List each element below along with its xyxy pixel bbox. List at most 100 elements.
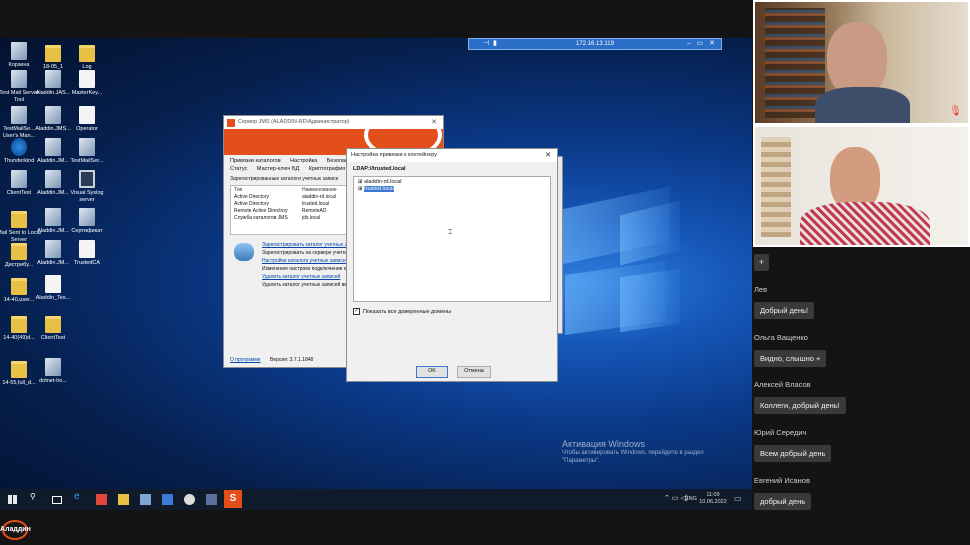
desktop-icon[interactable]: dotnet-ho... [31, 358, 75, 385]
action-text: Зарегистрировать на сервере учетные [262, 250, 352, 256]
desktop-icon[interactable]: MasterKey... [65, 70, 109, 97]
doc-icon [79, 240, 95, 258]
desktop-icon-label: Aladdin_Tes... [35, 295, 71, 301]
column-type: Тип [234, 187, 243, 193]
app-icon[interactable] [206, 494, 217, 505]
tree-node-label: trusted.local [364, 186, 394, 192]
show-trusted-label: Показать все доверенные домены [363, 308, 452, 315]
activation-title: Активация Windows [562, 439, 645, 449]
folder-icon [45, 45, 61, 62]
binding-dialog: Настройка привязки к контейнеру ✕ LDAP:/… [346, 148, 558, 382]
action-text: Изменение настроек подключения к [262, 266, 346, 272]
app-icon [45, 70, 61, 88]
app-icon [79, 208, 95, 226]
app-logo-icon [227, 119, 235, 127]
about-link[interactable]: О программе [230, 357, 261, 363]
aladdin-logo-text: Аладдин [0, 526, 31, 533]
globe-icon [11, 138, 27, 156]
desktop-icon[interactable]: Сертификат [65, 208, 109, 235]
doc-icon [79, 106, 95, 124]
clock-date: 10.06.2022 [699, 499, 727, 505]
app-icon[interactable] [162, 494, 173, 505]
show-trusted-checkbox[interactable]: ✓ [353, 308, 360, 315]
video-participant-2 [753, 125, 970, 247]
cancel-button[interactable]: Отмена [457, 366, 491, 378]
desktop-icon[interactable]: Aladdin_Tes... [31, 275, 75, 302]
explorer-icon[interactable] [118, 494, 129, 505]
tab-master-key[interactable]: Мастер-ключ БД [253, 165, 303, 173]
close-icon[interactable]: ✕ [545, 149, 551, 162]
task-view-icon[interactable] [52, 496, 62, 504]
add-button[interactable]: + [754, 254, 769, 271]
version-text: Версия: 3.7.1.1848 [269, 357, 314, 363]
dialog-titlebar: Настройка привязки к контейнеру ✕ [347, 149, 557, 162]
language-indicator[interactable]: ENG [685, 496, 697, 502]
action-link[interactable]: Удалить каталог учетных записей [262, 273, 352, 281]
wallpaper-beam [620, 268, 680, 333]
tab-settings[interactable]: Настройка [286, 157, 321, 165]
ok-button[interactable]: OK [416, 366, 448, 378]
server-window-title: Сервер JMS (ALADDIN-RD\Администратор) [238, 119, 350, 125]
tab-crypto[interactable]: Криптография [305, 165, 350, 173]
tab-bindings[interactable]: Привязки каталогов [226, 157, 285, 165]
mon-icon [79, 170, 95, 188]
app-icon[interactable] [140, 494, 151, 505]
app-icon [11, 106, 27, 124]
table-cell: RemoteAD [302, 208, 327, 214]
chat-message: добрый день [754, 493, 812, 510]
person-body [815, 87, 910, 123]
desktop-icon-label: TestMailSer... [70, 158, 104, 164]
desktop-icon[interactable]: Log [65, 42, 109, 71]
action-text: Удалить каталог учетных записей вм [262, 282, 348, 288]
chat-message: Всем добрый день [754, 445, 832, 462]
action-link[interactable]: Зарегистрировать каталог учетных за [262, 241, 352, 249]
clock[interactable]: 11:09 10.06.2022 [698, 492, 728, 506]
server-window-titlebar: Сервер JMS (ALADDIN-RD\Администратор) ✕ [224, 116, 443, 129]
desktop-icon[interactable]: Visual Syslog server [65, 170, 109, 204]
jms-app-icon[interactable]: S [224, 490, 242, 508]
start-icon[interactable] [8, 495, 17, 504]
desktop-icon-label: MasterKey... [71, 90, 103, 96]
action-link[interactable]: Настройки каталога учетных записей [262, 257, 352, 265]
minimize-icon[interactable]: – [687, 39, 691, 49]
app-icon[interactable] [96, 494, 107, 505]
close-icon[interactable]: ✕ [709, 39, 715, 49]
chat-author: Лев [754, 285, 768, 294]
app-icon [45, 106, 61, 124]
person-body [800, 202, 930, 245]
footer: О программе Версия: 3.7.1.1848 [230, 356, 313, 364]
desktop-icon[interactable]: ClientTest [31, 313, 75, 342]
container-tree[interactable]: ⊞ aladdin-rd.local ⊞ trusted.local ⌶ [353, 176, 551, 302]
desktop-icon[interactable]: TrustedCA [65, 240, 109, 267]
table-cell: Remote Active Directory [234, 208, 288, 214]
table-cell: Active Directory [234, 201, 270, 207]
close-icon[interactable]: ✕ [431, 116, 437, 129]
tree-node[interactable]: ⊞ trusted.local [358, 186, 401, 193]
app-icon [45, 240, 61, 258]
notifications-icon[interactable]: ▭ [734, 494, 742, 503]
restore-icon[interactable]: ▭ [696, 39, 703, 49]
rdp-connection-bar: ⊣ ▮ 172.16.13.119 – ▭ ✕ [468, 38, 722, 50]
app-icon [79, 138, 95, 156]
pin-icon[interactable]: ⊣ [483, 39, 489, 49]
search-icon[interactable]: ⚲ [30, 492, 41, 503]
desktop-icon[interactable]: TestMailSer... [65, 138, 109, 165]
desktop-icon[interactable]: Operator [65, 106, 109, 133]
chat-author: Юрий Середич [754, 428, 807, 437]
desktop-icon-label: TrustedCA [73, 260, 101, 266]
folder-icon [11, 211, 27, 228]
desktop-icon-label: ClientTest [40, 335, 66, 341]
chat-author: Евгений Исанов [754, 476, 810, 485]
shelf [761, 137, 791, 237]
edge-icon[interactable]: e [74, 491, 85, 502]
clock-app-icon[interactable] [184, 494, 195, 505]
folder-icon [45, 316, 61, 333]
remote-desktop: Корзина 18-05_1 Log Test Mail Server Tool Al… [0, 38, 752, 510]
app-icon [45, 358, 61, 376]
desktop-icon-label: dotnet-ho... [39, 378, 67, 384]
chat-author: Ольга Ващенко [754, 333, 808, 342]
tab-status[interactable]: Статус [226, 165, 251, 173]
dialog-title: Настройка привязки к контейнеру [351, 152, 438, 158]
tree-node[interactable]: ⊞ aladdin-rd.local [358, 179, 401, 186]
users-icon [234, 243, 254, 261]
